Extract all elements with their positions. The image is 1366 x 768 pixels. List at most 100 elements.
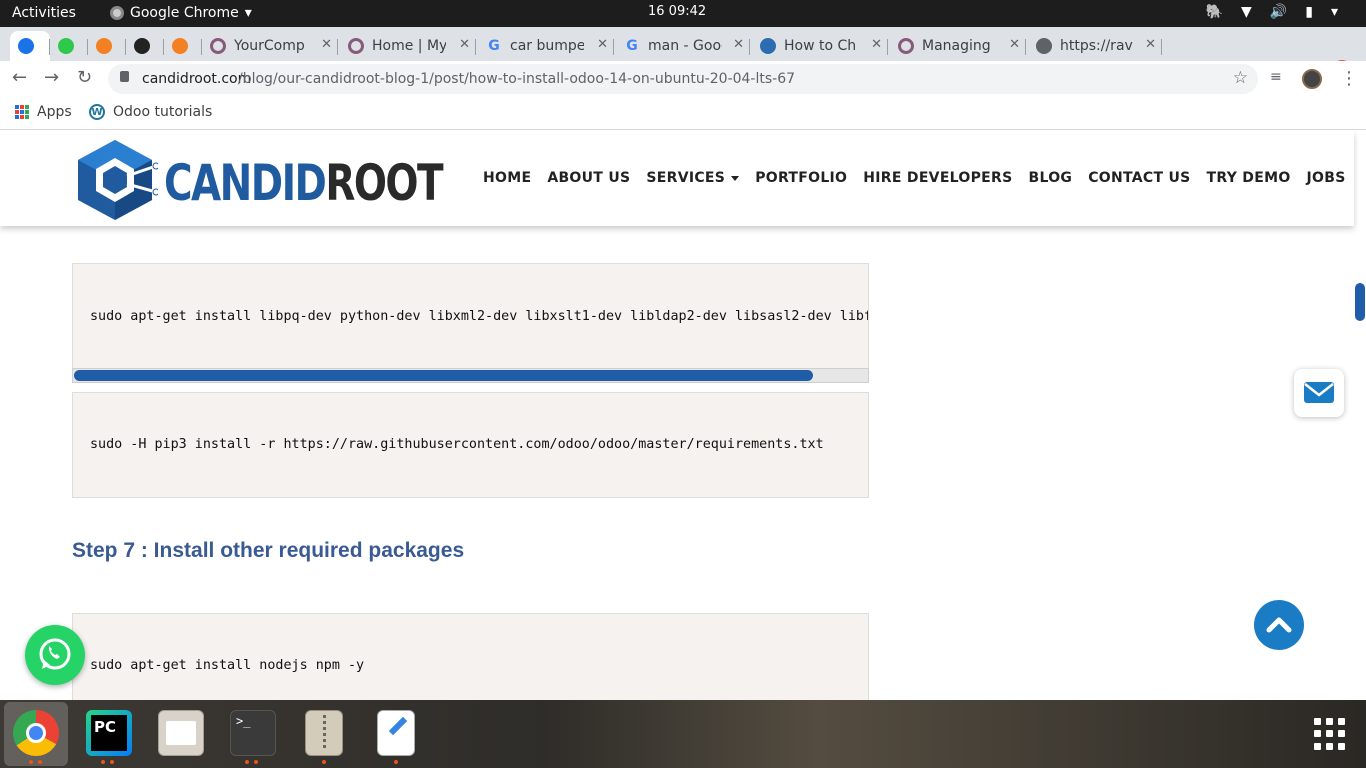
browser-tab[interactable]: Home | My ✕ [340,31,476,61]
nav-item-label: JOBS [1306,170,1346,186]
tab-close-icon[interactable]: ✕ [459,37,470,52]
bookmark-odoo-tutorials[interactable]: W Odoo tutorials [89,104,212,120]
text-editor-icon[interactable] [377,710,415,756]
nav-item-portfolio[interactable]: PORTFOLIO [755,170,847,186]
forward-button[interactable]: → [44,67,59,88]
postgres-icon[interactable]: 🐘 [1206,4,1223,20]
tab-separator [1161,39,1162,55]
files-icon[interactable] [158,710,204,756]
browser-tab[interactable]: Managing ✕ [890,31,1026,61]
tab-strip: YourComp ✕ Home | My ✕ Gcar bumpe ✕ Gman - Goo… [0,27,1366,83]
nav-item-try-demo[interactable]: TRY DEMO [1207,170,1291,186]
archive-icon[interactable] [305,710,343,756]
tab-separator [749,39,750,55]
tab-title: https://rav [1060,38,1133,54]
tab-separator [1025,39,1026,55]
tab-close-icon[interactable]: ✕ [871,37,882,52]
menu-kebab-icon[interactable]: ⋮ [1340,68,1358,89]
tab-separator [887,39,888,55]
tab-close-icon[interactable]: ✕ [733,37,744,52]
browser-tab[interactable]: YourComp ✕ [202,31,338,61]
system-tray[interactable]: 🐘 ▼ 🔊 ▮ ▾ [1206,4,1338,20]
browser-tab[interactable]: How to Ch ✕ [752,31,888,61]
volume-icon: 🔊 [1269,4,1288,20]
tab-title: Managing [922,38,991,54]
nav-item-about-us[interactable]: ABOUT US [547,170,630,186]
app-menu[interactable]: Google Chrome ▾ [110,5,252,21]
code-horizontal-scrollbar[interactable] [72,368,869,383]
nav-item-home[interactable]: HOME [483,170,531,186]
google-icon: G [488,38,500,54]
stackoverflow-icon [172,38,188,54]
tab-title: YourComp [234,38,305,54]
nav-item-services[interactable]: SERVICES [646,170,740,186]
apps-grid-icon [15,105,29,119]
profile-avatar[interactable] [1302,69,1322,89]
bookmark-apps[interactable]: Apps [15,104,72,120]
nav-item-label: BLOG [1028,170,1073,186]
address-bar[interactable]: candidroot.com /blog/our-candidroot-blog… [108,64,1258,94]
page-scrollbar-thumb[interactable] [1355,283,1365,321]
code-block-dependencies[interactable]: sudo apt-get install libpq-dev python-de… [72,263,869,369]
tab-close-icon[interactable]: ✕ [1009,37,1020,52]
activities-button[interactable]: Activities [12,5,76,21]
page-viewport: CANDIDROOT HOME ABOUT US SERVICES PORTFOLIO… [0,131,1366,700]
tab-title: How to Ch [784,38,857,54]
nav-item-jobs[interactable]: JOBS [1307,170,1346,186]
browser-tab[interactable]: Gcar bumpe ✕ [478,31,614,61]
tab-separator [475,39,476,55]
lock-icon[interactable] [120,71,129,82]
nav-item-label: PORTFOLIO [755,170,848,186]
odoo-icon [210,38,226,54]
system-top-bar: Activities Google Chrome ▾ 16 09:42 🐘 ▼ … [0,0,1366,27]
tab-close-icon[interactable]: ✕ [597,37,608,52]
nav-item-blog[interactable]: BLOG [1029,170,1073,186]
pycharm-icon[interactable]: PC [86,710,132,756]
media-control-icon[interactable]: ≡ [1270,69,1282,85]
url-path: /blog/our-candidroot-blog-1/post/how-to-… [238,71,796,87]
reload-button[interactable]: ↻ [77,67,92,88]
stackoverflow-icon [96,38,112,54]
step-7-heading: Step 7 : Install other required packages [72,539,465,562]
bookmark-star-icon[interactable]: ☆ [1233,68,1248,88]
code-block-nodejs[interactable]: sudo apt-get install nodejs npm -y [72,613,869,700]
power-menu-icon[interactable]: ▾ [1331,4,1338,20]
code-line: sudo apt-get install libpq-dev python-de… [90,309,869,324]
terminal-icon[interactable]: >_ [230,710,276,756]
browser-tab[interactable] [126,31,164,61]
browser-tab[interactable]: Gman - Goog ✕ [616,31,750,61]
whatsapp-icon [39,638,71,670]
tab-close-icon[interactable]: ✕ [321,37,332,52]
mail-icon [1304,382,1334,403]
running-indicator [322,760,326,764]
chrome-icon[interactable] [13,710,59,756]
nav-item-hire-developers[interactable]: HIRE DEVELOPERS [863,170,1012,186]
browser-tab[interactable] [88,31,126,61]
candidroot-icon [18,38,34,54]
nav-item-label: TRY DEMO [1206,170,1291,186]
whatsapp-chat-button[interactable] [25,625,85,685]
globe-icon [1036,38,1052,54]
tab-title: car bumpe [510,38,584,54]
browser-tab[interactable] [164,31,202,61]
nav-item-label: CONTACT US [1088,170,1191,186]
candidroot-logo[interactable]: CANDIDROOT [72,136,444,222]
google-icon: G [626,38,638,54]
scroll-to-top-button[interactable] [1254,600,1304,650]
odoo-icon [348,38,364,54]
main-navigation: HOME ABOUT US SERVICES PORTFOLIO HIRE DEVELO… [483,170,1362,186]
chevron-up-icon [1266,617,1292,633]
contact-mail-button[interactable] [1294,369,1344,417]
tab-close-icon[interactable]: ✕ [1145,37,1156,52]
browser-tab[interactable]: https://rav ✕ [1028,31,1162,61]
browser-tab[interactable] [10,31,50,61]
show-applications-icon[interactable] [1314,718,1346,750]
browser-tab[interactable] [50,31,88,61]
clock[interactable]: 16 09:42 [648,4,706,19]
code-block-pip-requirements[interactable]: sudo -H pip3 install -r https://raw.gith… [72,392,869,498]
caret-down-icon [731,175,740,181]
nav-item-contact-us[interactable]: CONTACT US [1088,170,1190,186]
back-button[interactable]: ← [12,67,27,88]
code-line: sudo apt-get install nodejs npm -y [90,658,365,673]
scrollbar-thumb[interactable] [74,370,813,381]
